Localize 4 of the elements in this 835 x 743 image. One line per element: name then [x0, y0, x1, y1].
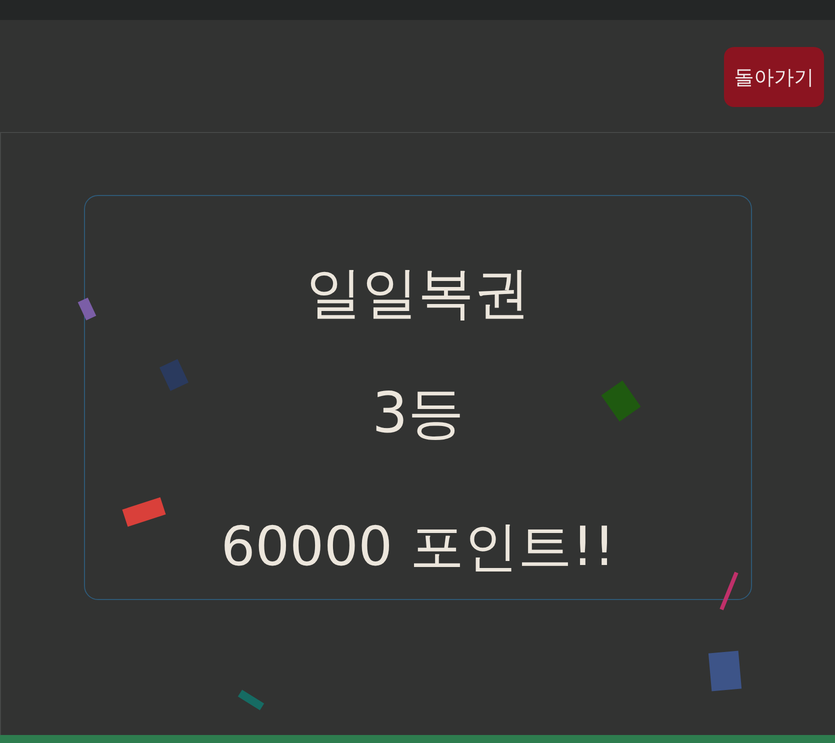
lottery-title: 일일복권: [306, 266, 530, 322]
prize-text: 60000 포인트!!: [220, 520, 616, 574]
back-button[interactable]: 돌아가기: [724, 47, 824, 107]
rank-text: 3등: [372, 386, 464, 442]
